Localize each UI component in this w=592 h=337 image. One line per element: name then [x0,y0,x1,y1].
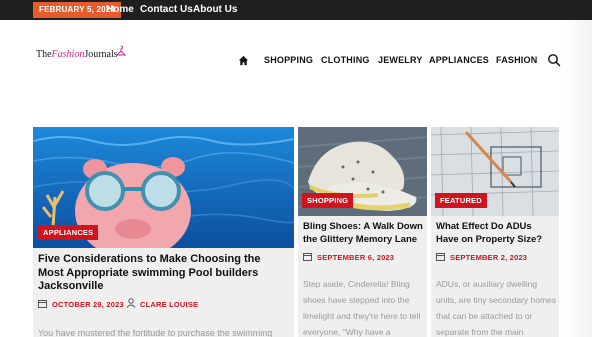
top-link-about[interactable]: About Us [193,3,237,17]
category-badge[interactable]: APPLIANCES [38,225,99,240]
calendar-icon [303,253,312,261]
article-date[interactable]: OCTOBER 29, 2023 [52,299,124,310]
page-edge-shadow [564,20,592,337]
user-icon [126,298,136,308]
article-excerpt: ADUs, or auxiliary dwelling units, are t… [436,279,557,337]
nav-item-appliances[interactable]: APPLIANCES [429,54,489,67]
nav-item-shopping[interactable]: SHOPPING [264,54,313,67]
search-icon[interactable] [547,53,561,67]
category-badge[interactable]: FEATURED [435,193,487,208]
article-date[interactable]: SEPTEMBER 6, 2023 [317,252,394,263]
article-card-pool[interactable]: APPLIANCES Five Considerations to Make C… [33,127,294,337]
article-date[interactable]: SEPTEMBER 2, 2023 [450,252,527,263]
article-title[interactable]: Bling Shoes: A Walk Down the Glittery Me… [303,221,425,246]
home-icon[interactable] [238,55,249,66]
article-image-pool[interactable]: APPLIANCES [33,127,294,248]
article-title[interactable]: What Effect Do ADUs Have on Property Siz… [436,221,557,246]
nav-item-jewelry[interactable]: JEWELRY [378,54,423,67]
logo-journals: Journals [84,49,118,60]
article-excerpt: Step aside, Cinderella! Bling shoes have… [303,279,421,337]
calendar-icon [38,300,47,308]
nav-item-fashion[interactable]: FASHION [496,54,537,67]
nav-item-clothing[interactable]: CLOTHING [321,54,370,67]
site-logo[interactable]: TheFashionJournals [36,45,126,62]
top-link-home[interactable]: Home [106,3,134,17]
logo-the: The [36,49,52,60]
top-bar: FEBRUARY 5, 2024 Home Contact Us About U… [0,0,592,20]
article-card-adu[interactable]: FEATURED What Effect Do ADUs Have on Pro… [431,127,559,337]
calendar-icon [436,253,445,261]
article-title[interactable]: Five Considerations to Make Choosing the… [38,253,288,294]
category-badge[interactable]: SHOPPING [302,193,354,208]
top-link-contact[interactable]: Contact Us [140,3,193,17]
logo-fashion: Fashion [51,49,85,60]
article-author[interactable]: CLARE LOUISE [140,299,198,310]
logo-hanger-icon [115,45,126,56]
article-card-shoes[interactable]: SHOPPING Bling Shoes: A Walk Down the Gl… [298,127,427,337]
article-excerpt: You have mustered the fortitude to purch… [38,328,273,337]
article-image-adu[interactable]: FEATURED [431,127,559,216]
article-image-shoes[interactable]: SHOPPING [298,127,427,216]
